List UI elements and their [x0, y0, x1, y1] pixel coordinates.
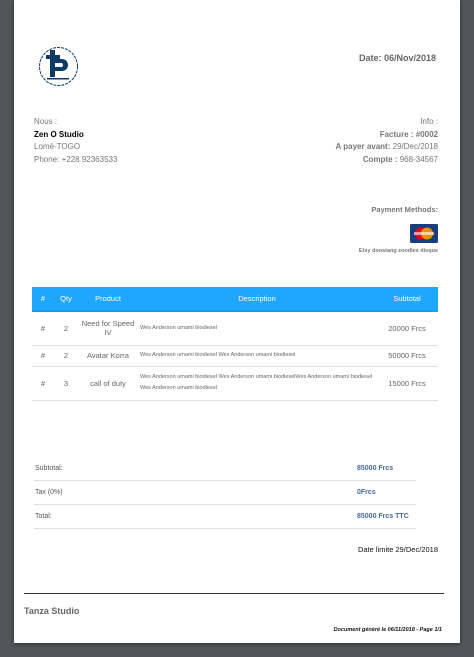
col-number: # [32, 287, 54, 312]
sender-phone: Phone: +228 92363533 [34, 155, 118, 164]
account: Compte : 968-34567 [362, 155, 438, 164]
invoice-number: Facture : #0002 [379, 130, 438, 139]
footer-divider [24, 593, 444, 594]
totals-row-tax: Tax (0%) 0Frcs [34, 480, 416, 505]
row-product: call of duty [78, 366, 138, 401]
deadline: Date limite 29/Dec/2018 [357, 545, 438, 554]
row-number: # [32, 345, 54, 367]
table-row: # 2 Need for Speed IV Wes Anderson umami… [32, 311, 438, 346]
row-subtotal: 15000 Frcs [376, 366, 438, 401]
footer-company: Tanza Studio [24, 606, 80, 616]
col-subtotal: Subtotal [376, 287, 438, 312]
table-header: # Qty Product Description Subtotal [32, 287, 438, 312]
row-number: # [32, 366, 54, 401]
footer-generated: Document généré le 06/11/2018 - Page 1/1 [333, 627, 442, 633]
payment-methods-title: Payment Methods: [371, 205, 438, 214]
sender-label: Nous : [34, 117, 58, 126]
row-qty: 2 [54, 345, 78, 367]
mastercard-icon [410, 224, 438, 243]
sender-city: Lomé-TOGO [34, 142, 81, 151]
row-description: Wes Anderson umami biodiesel [138, 311, 376, 346]
row-qty: 2 [54, 311, 78, 346]
row-product: Avatar Korra [78, 345, 138, 367]
table-row: # 3 call of duty Wes Anderson umami biod… [32, 366, 438, 401]
totals-row-total: Total: 85000 Frcs TTC [34, 504, 416, 529]
row-qty: 3 [54, 366, 78, 401]
items-table: # Qty Product Description Subtotal # 2 N… [32, 287, 438, 401]
invoice-date: Date: 06/Nov/2018 [358, 53, 436, 63]
payment-note: Etsy doostang zoodles disqus [358, 248, 438, 254]
col-description: Description [138, 287, 376, 312]
totals-label: Total: [34, 504, 356, 529]
sender-name: Zen O Studio [34, 130, 84, 139]
row-subtotal: 20000 Frcs [376, 311, 438, 346]
row-subtotal: 50000 Frcs [376, 345, 438, 367]
invoice-page: Date: 06/Nov/2018 Nous : Zen O Studio Lo… [14, 0, 460, 643]
totals-value: 85000 Frcs [356, 457, 416, 481]
totals-label: Tax (0%) [34, 480, 356, 505]
due-date: A payer avant: 29/Dec/2018 [335, 142, 438, 151]
row-number: # [32, 311, 54, 346]
totals-value: 0Frcs [356, 480, 416, 505]
info-label: Info : [420, 117, 438, 126]
row-description: Wes Anderson umami biodiesel Wes Anderso… [138, 366, 376, 401]
totals-table: Subtotal: 85000 Frcs Tax (0%) 0Frcs Total:… [34, 457, 416, 529]
col-qty: Qty [54, 287, 78, 312]
totals-label: Subtotal: [34, 457, 356, 481]
totals-value: 85000 Frcs TTC [356, 504, 416, 529]
table-row: # 2 Avatar Korra Wes Anderson umami biod… [32, 345, 438, 367]
totals-row-subtotal: Subtotal: 85000 Frcs [34, 457, 416, 481]
col-product: Product [78, 287, 138, 312]
row-product: Need for Speed IV [78, 311, 138, 346]
company-logo [39, 47, 78, 86]
row-description: Wes Anderson umami biodiesel Wes Anderso… [138, 345, 376, 367]
